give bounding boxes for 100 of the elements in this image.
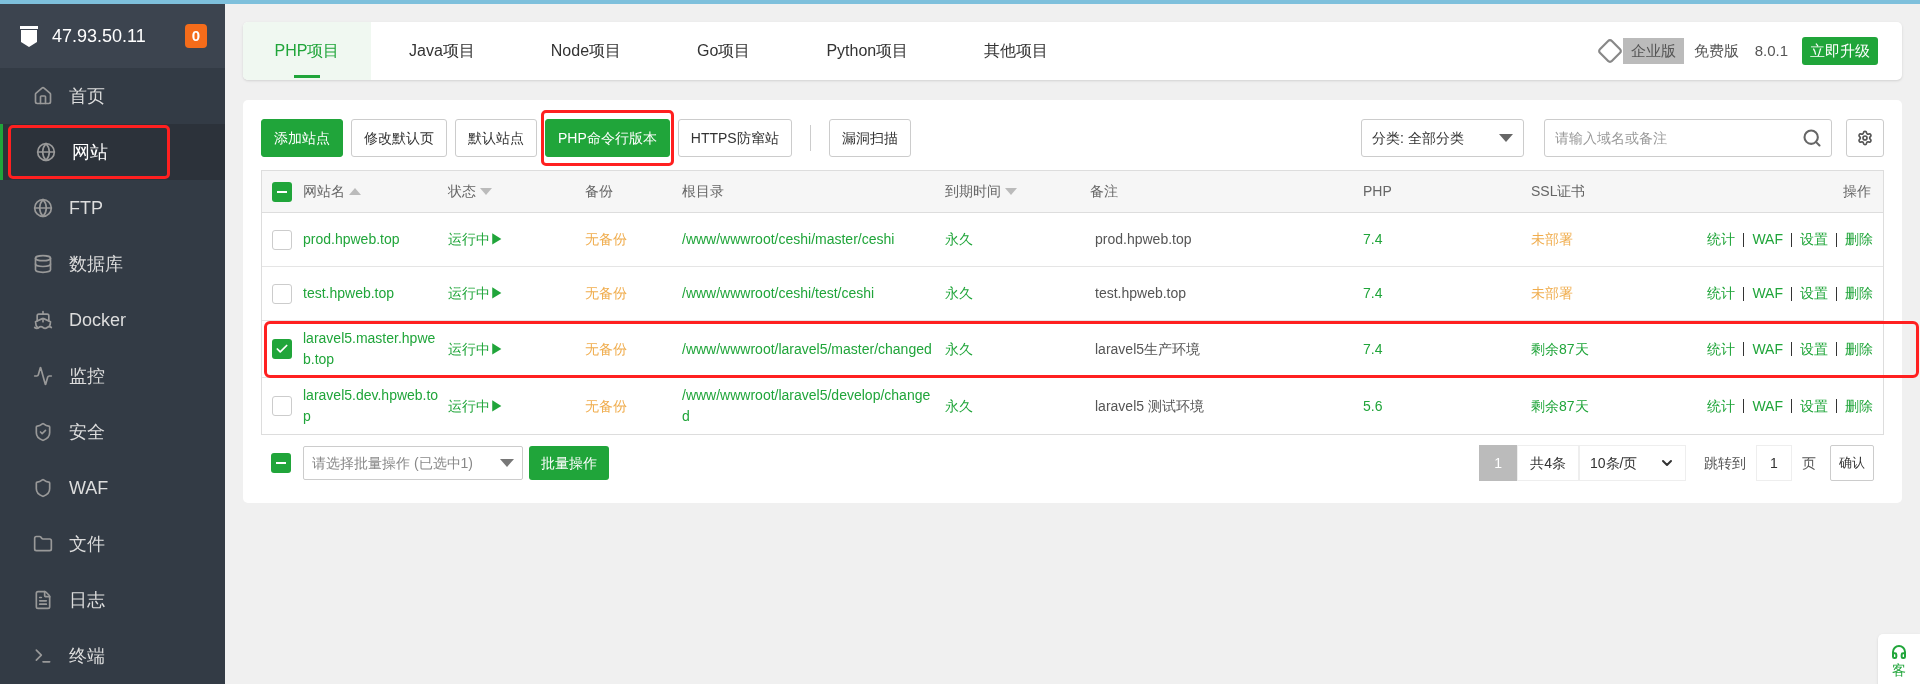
- toolbar-button[interactable]: PHP命令行版本: [545, 119, 670, 157]
- php-version-link[interactable]: 5.6: [1363, 397, 1383, 414]
- checkbox[interactable]: [271, 453, 291, 473]
- ssl-status-link[interactable]: 剩余87天: [1531, 340, 1589, 357]
- site-name-link[interactable]: laravel5.master.hpweb.top: [303, 328, 440, 370]
- page-number[interactable]: 1: [1479, 445, 1518, 481]
- backup-link[interactable]: 无备份: [585, 285, 627, 301]
- column-header[interactable]: 到期时间: [945, 181, 1017, 202]
- root-path-link[interactable]: /www/wwwroot/ceshi/test/ceshi: [682, 283, 935, 304]
- site-name-link[interactable]: laravel5.dev.hpweb.top: [303, 385, 440, 427]
- column-header[interactable]: 根目录: [682, 181, 724, 202]
- sidebar-item[interactable]: 数据库: [0, 236, 225, 292]
- backup-link[interactable]: 无备份: [585, 231, 627, 247]
- project-tab[interactable]: Go项目: [667, 22, 781, 80]
- sidebar-item[interactable]: 安全: [0, 404, 225, 460]
- toolbar-button[interactable]: 添加站点: [261, 119, 343, 157]
- action-link[interactable]: 删除: [1845, 229, 1873, 250]
- action-link[interactable]: 统计: [1707, 229, 1736, 250]
- ssl-status-link[interactable]: 未部署: [1531, 285, 1573, 301]
- checkbox[interactable]: [272, 181, 292, 202]
- confirm-button[interactable]: 确认: [1830, 445, 1874, 481]
- expiry-text[interactable]: 永久: [945, 340, 973, 357]
- action-link[interactable]: WAF: [1752, 283, 1783, 304]
- toolbar-button[interactable]: 修改默认页: [351, 119, 447, 157]
- note-text[interactable]: test.hpweb.top: [1095, 285, 1187, 301]
- column-header[interactable]: 备份: [585, 181, 613, 202]
- upgrade-button[interactable]: 立即升级: [1802, 36, 1878, 66]
- action-link[interactable]: WAF: [1752, 338, 1783, 360]
- sidebar-item[interactable]: 网站: [0, 124, 225, 180]
- action-link[interactable]: 统计: [1707, 395, 1736, 417]
- customer-service-widget[interactable]: 客: [1878, 634, 1920, 684]
- column-header[interactable]: 状态: [448, 181, 492, 202]
- action-link[interactable]: 统计: [1707, 283, 1736, 304]
- action-link[interactable]: 设置: [1800, 395, 1828, 417]
- root-path-link[interactable]: /www/wwwroot/ceshi/master/ceshi: [682, 229, 935, 250]
- checkbox[interactable]: [272, 339, 292, 359]
- project-tab[interactable]: Java项目: [379, 22, 505, 80]
- batch-button[interactable]: 批量操作: [529, 446, 609, 480]
- backup-link[interactable]: 无备份: [585, 340, 627, 357]
- action-link[interactable]: 删除: [1845, 338, 1873, 360]
- column-header[interactable]: SSL证书: [1531, 181, 1586, 202]
- sort-down-icon[interactable]: [480, 188, 492, 195]
- action-link[interactable]: 设置: [1800, 283, 1828, 304]
- sidebar-item[interactable]: Docker: [0, 292, 225, 348]
- status-link[interactable]: 运行中▶: [448, 231, 504, 247]
- site-name-link[interactable]: prod.hpweb.top: [303, 229, 440, 250]
- action-link[interactable]: 设置: [1800, 338, 1828, 360]
- note-text[interactable]: laravel5 测试环境: [1095, 397, 1204, 414]
- expiry-text[interactable]: 永久: [945, 285, 973, 301]
- action-link[interactable]: 删除: [1845, 395, 1873, 417]
- toolbar-button[interactable]: 漏洞扫描: [828, 119, 911, 157]
- column-header[interactable]: 操作: [1843, 181, 1871, 202]
- column-header[interactable]: PHP: [1363, 181, 1392, 202]
- table-row[interactable]: test.hpweb.top 运行中▶ 无备份 /www/wwwroot/ceshi/test/ceshi 永久 test.hpweb.top 7.4 未部署 统计 WAF 设置 删除: [262, 267, 1883, 321]
- search-icon[interactable]: [1802, 128, 1822, 148]
- status-link[interactable]: 运行中▶: [448, 397, 504, 414]
- php-version-link[interactable]: 7.4: [1363, 340, 1383, 357]
- action-link[interactable]: WAF: [1752, 229, 1783, 250]
- sidebar-item[interactable]: 首页: [0, 68, 225, 124]
- action-link[interactable]: 设置: [1800, 229, 1828, 250]
- ssl-status-link[interactable]: 剩余87天: [1531, 397, 1589, 414]
- toolbar-button[interactable]: 默认站点: [455, 119, 537, 157]
- action-link[interactable]: 删除: [1845, 283, 1873, 304]
- sidebar-item[interactable]: 终端: [0, 628, 225, 684]
- checkbox[interactable]: [272, 396, 292, 416]
- column-header[interactable]: 网站名: [303, 181, 361, 202]
- sort-down-icon[interactable]: [1005, 188, 1017, 195]
- action-link[interactable]: WAF: [1752, 395, 1783, 417]
- column-header[interactable]: 备注: [1090, 181, 1118, 202]
- note-text[interactable]: prod.hpweb.top: [1095, 231, 1192, 247]
- php-version-link[interactable]: 7.4: [1363, 231, 1383, 247]
- action-link[interactable]: 统计: [1707, 338, 1736, 360]
- root-path-link[interactable]: /www/wwwroot/laravel5/develop/changed: [682, 385, 935, 427]
- category-select[interactable]: 分类: 全部分类: [1361, 119, 1524, 157]
- sidebar-item[interactable]: WAF: [0, 460, 225, 516]
- checkbox[interactable]: [272, 229, 292, 250]
- sort-up-icon[interactable]: [349, 188, 361, 195]
- project-tab[interactable]: 其他项目: [954, 22, 1079, 80]
- sidebar-item[interactable]: FTP: [0, 180, 225, 236]
- note-text[interactable]: laravel5生产环境: [1095, 340, 1201, 357]
- project-tab[interactable]: Python项目: [796, 22, 939, 80]
- table-row[interactable]: prod.hpweb.top 运行中▶ 无备份 /www/wwwroot/ceshi/master/ceshi 永久 prod.hpweb.top 7.4 未部署 统计 WAF 设置 删除: [262, 213, 1883, 267]
- expiry-text[interactable]: 永久: [945, 397, 973, 414]
- sidebar-item[interactable]: 监控: [0, 348, 225, 404]
- per-page-select[interactable]: 10条/页: [1579, 445, 1686, 481]
- settings-button[interactable]: [1846, 119, 1884, 157]
- sidebar-item[interactable]: 日志: [0, 572, 225, 628]
- root-path-link[interactable]: /www/wwwroot/laravel5/master/changed: [682, 338, 935, 360]
- batch-select[interactable]: 请选择批量操作 (已选中1): [303, 446, 523, 480]
- site-name-link[interactable]: test.hpweb.top: [303, 283, 440, 304]
- php-version-link[interactable]: 7.4: [1363, 285, 1383, 301]
- sidebar-item[interactable]: 文件: [0, 516, 225, 572]
- expiry-text[interactable]: 永久: [945, 231, 973, 247]
- jump-page-field[interactable]: 1: [1756, 445, 1792, 481]
- search-field[interactable]: 请输入域名或备注: [1544, 119, 1832, 157]
- ssl-status-link[interactable]: 未部署: [1531, 231, 1573, 247]
- project-tab[interactable]: PHP项目: [243, 22, 371, 80]
- status-link[interactable]: 运行中▶: [448, 285, 504, 301]
- checkbox[interactable]: [272, 283, 292, 304]
- status-link[interactable]: 运行中▶: [448, 340, 504, 357]
